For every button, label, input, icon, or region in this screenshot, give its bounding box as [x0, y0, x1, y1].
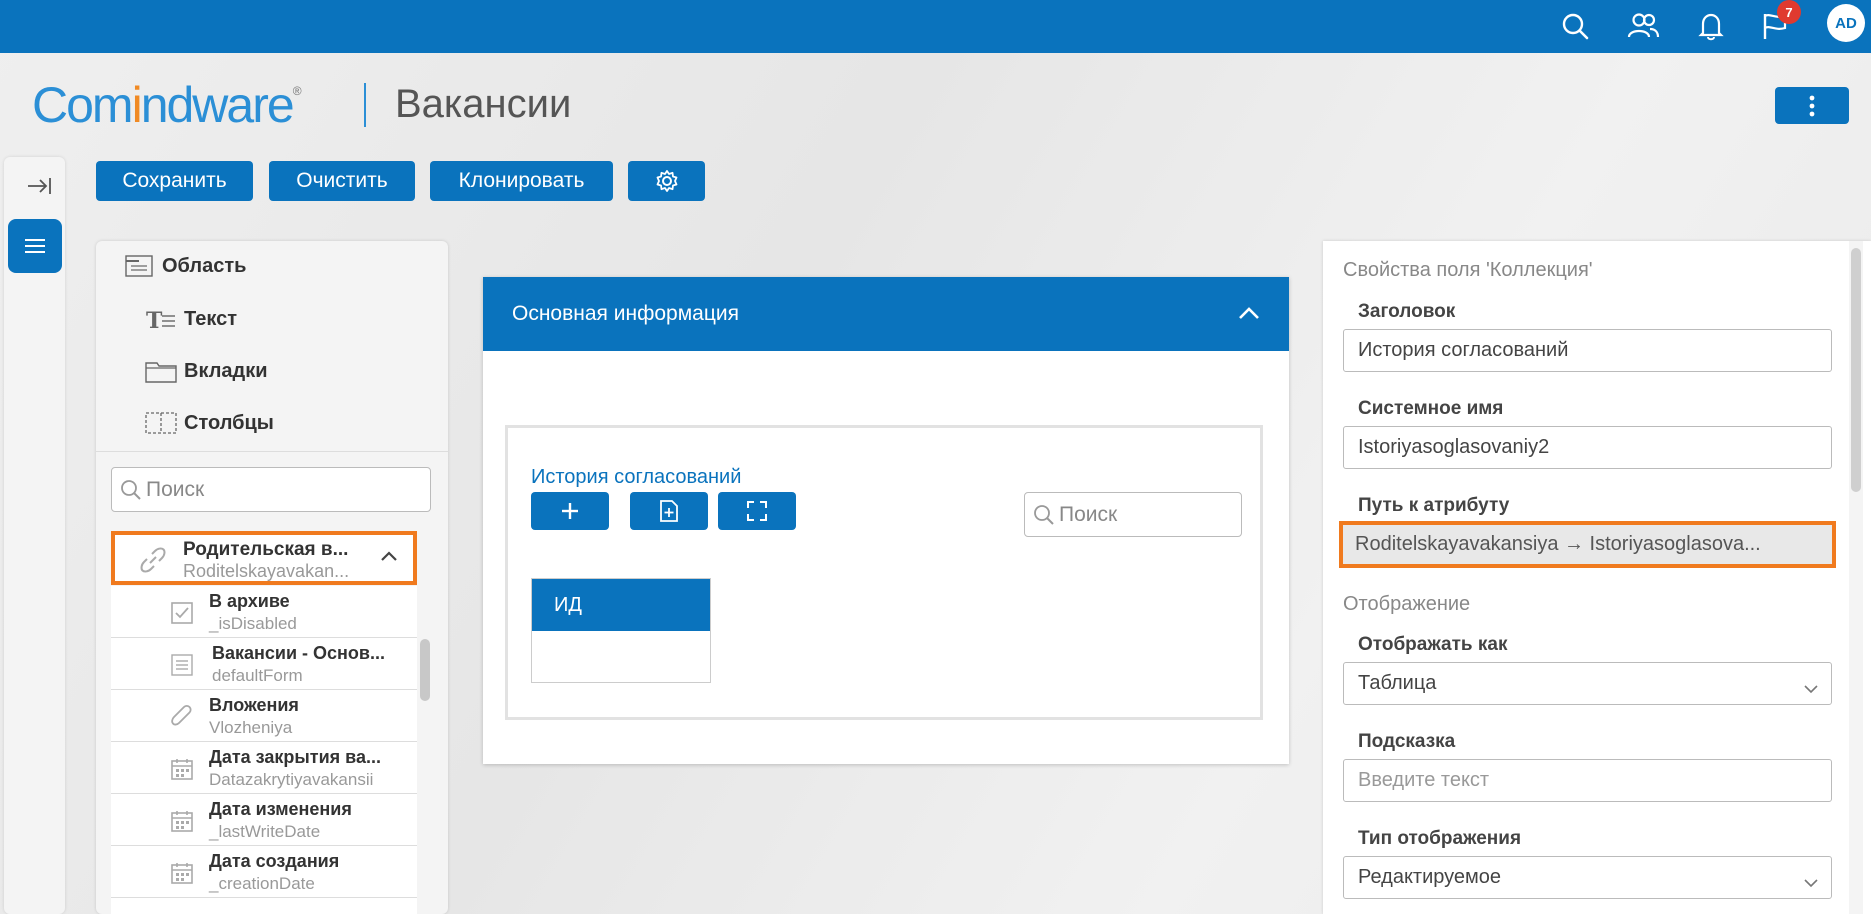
avatar[interactable]: AD	[1827, 4, 1865, 42]
collection-table: ИД	[531, 578, 711, 683]
section-header[interactable]: Основная информация	[483, 277, 1289, 351]
palette-item-tabs[interactable]: Вкладки	[144, 351, 268, 391]
comindware-logo: Comindware®	[32, 77, 301, 133]
display-type-select[interactable]: Редактируемое	[1343, 856, 1832, 899]
expand-icon	[747, 501, 767, 521]
tree-item[interactable]: Дата создания _creationDate	[111, 846, 417, 898]
form-icon	[169, 652, 195, 678]
columns-icon	[144, 410, 178, 436]
paperclip-icon	[169, 704, 195, 730]
display-as-select[interactable]: Таблица	[1343, 662, 1832, 705]
search-icon	[121, 479, 141, 500]
palette-item-columns[interactable]: Столбцы	[144, 403, 274, 443]
display-section-title: Отображение	[1343, 593, 1471, 615]
display-as-label: Отображать как	[1358, 634, 1508, 655]
collapse-panel-button[interactable]	[12, 165, 66, 207]
clear-button[interactable]: Очистить	[269, 161, 415, 201]
components-panel: Область T Текст Вкладки Столбцы Поиск Ро…	[96, 241, 448, 914]
tree-item[interactable]: Дата изменения _lastWriteDate	[111, 794, 417, 846]
column-header-id[interactable]: ИД	[532, 579, 710, 631]
caption-label: Заголовок	[1358, 301, 1456, 322]
top-bar: 7 AD	[0, 0, 1871, 53]
components-search-input[interactable]: Поиск	[111, 467, 431, 512]
system-name-label: Системное имя	[1358, 398, 1504, 419]
bell-icon[interactable]	[1693, 8, 1729, 44]
hint-input[interactable]: Введите текст	[1343, 759, 1832, 802]
link-icon	[139, 546, 167, 579]
system-name-input[interactable]: Istoriyasoglasovaniy2	[1343, 426, 1832, 469]
chevron-down-icon	[1803, 872, 1819, 895]
users-icon[interactable]	[1625, 8, 1661, 44]
settings-button[interactable]	[628, 161, 705, 201]
gear-icon	[656, 170, 677, 192]
tree-item[interactable]: Вакансии - Основ... defaultForm	[111, 638, 417, 690]
tree-scrollbar[interactable]	[420, 639, 430, 701]
add-row-button[interactable]	[531, 492, 609, 530]
properties-panel: Свойства поля 'Коллекция' Заголовок Исто…	[1323, 241, 1871, 914]
collection-search-input[interactable]: Поиск	[1024, 492, 1242, 537]
hint-label: Подсказка	[1358, 731, 1456, 752]
menu-button[interactable]	[8, 219, 62, 273]
plus-icon	[562, 503, 578, 519]
properties-title: Свойства поля 'Коллекция'	[1343, 259, 1593, 281]
checkbox-icon	[169, 600, 195, 626]
save-button[interactable]: Сохранить	[96, 161, 253, 201]
folder-icon	[144, 358, 178, 384]
clone-button[interactable]: Клонировать	[430, 161, 613, 201]
collection-field[interactable]: История согласований Поиск ИД	[505, 425, 1263, 720]
chevron-up-icon[interactable]	[1237, 303, 1261, 327]
more-menu-button[interactable]	[1775, 87, 1849, 124]
add-file-icon	[660, 500, 678, 522]
calendar-icon	[169, 808, 195, 834]
add-document-button[interactable]	[630, 492, 708, 530]
panel-divider	[96, 451, 448, 452]
calendar-icon	[169, 756, 195, 782]
tree-item[interactable]: Дата закрытия ва... Datazakrytiyavakansi…	[111, 742, 417, 794]
collection-title: История согласований	[531, 466, 742, 488]
header-divider	[364, 83, 366, 127]
tree-item[interactable]: Вложения Vlozheniya	[111, 690, 417, 742]
tree-parent-item[interactable]: Родительская в... Roditelskayavakan...	[111, 531, 417, 585]
arrow-to-right-icon	[28, 178, 51, 194]
calendar-icon	[169, 860, 195, 886]
search-icon[interactable]	[1557, 8, 1593, 44]
form-section-card: Основная информация История согласований…	[483, 277, 1289, 764]
attribute-path-field: Roditelskayavakansiya → Istoriyasoglasov…	[1339, 521, 1836, 568]
flag-icon[interactable]: 7	[1757, 0, 1801, 44]
caption-input[interactable]: История согласований	[1343, 329, 1832, 372]
chevron-up-icon[interactable]	[379, 549, 399, 568]
palette-item-area[interactable]: Область	[122, 246, 246, 286]
fullscreen-button[interactable]	[718, 492, 796, 530]
notification-badge: 7	[1777, 0, 1801, 24]
area-icon	[122, 253, 156, 279]
left-rail	[4, 157, 65, 914]
tree-item[interactable]	[111, 898, 417, 914]
tree-item[interactable]: В архиве _isDisabled	[111, 586, 417, 638]
chevron-down-icon	[1803, 678, 1819, 701]
svg-text:T: T	[146, 308, 163, 330]
attribute-path-label: Путь к атрибуту	[1358, 495, 1510, 516]
properties-scrollbar[interactable]	[1851, 248, 1861, 492]
kebab-icon	[1809, 95, 1815, 116]
page-title: Вакансии	[395, 82, 572, 126]
search-icon	[1034, 504, 1054, 525]
display-type-label: Тип отображения	[1358, 828, 1522, 849]
text-icon: T	[144, 306, 178, 332]
palette-item-text[interactable]: T Текст	[144, 299, 237, 339]
hamburger-icon	[25, 239, 45, 253]
